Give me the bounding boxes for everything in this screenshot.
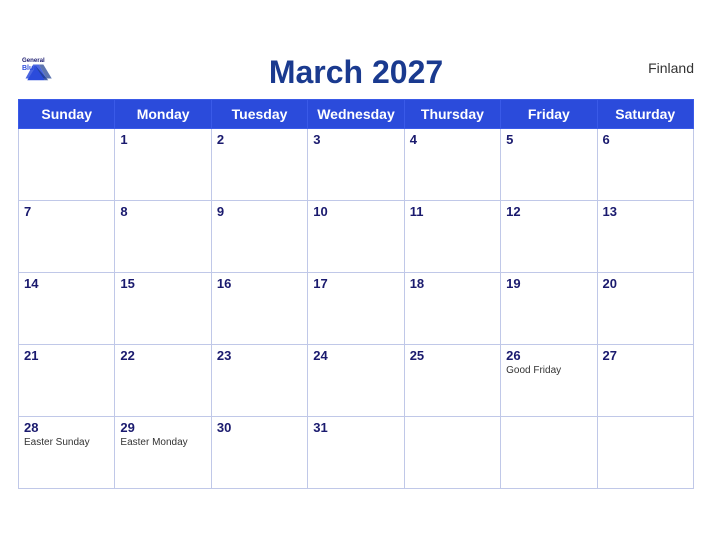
calendar-container: General Blue March 2027 Finland Sunday M… bbox=[0, 44, 712, 507]
day-cell-w1-d4: 3 bbox=[308, 128, 404, 200]
day-cell-w1-d3: 2 bbox=[211, 128, 307, 200]
day-cell-w2-d5: 11 bbox=[404, 200, 500, 272]
day-number: 30 bbox=[217, 420, 302, 435]
day-number: 8 bbox=[120, 204, 205, 219]
day-number: 6 bbox=[603, 132, 688, 147]
day-number: 27 bbox=[603, 348, 688, 363]
day-cell-w1-d2: 1 bbox=[115, 128, 211, 200]
day-number: 11 bbox=[410, 204, 495, 219]
day-header-row: Sunday Monday Tuesday Wednesday Thursday… bbox=[19, 99, 694, 128]
day-number: 25 bbox=[410, 348, 495, 363]
day-number: 14 bbox=[24, 276, 109, 291]
day-cell-w2-d1: 7 bbox=[19, 200, 115, 272]
day-cell-w3-d1: 14 bbox=[19, 272, 115, 344]
calendar-header: General Blue March 2027 Finland bbox=[18, 54, 694, 91]
day-cell-w2-d7: 13 bbox=[597, 200, 693, 272]
day-cell-w3-d3: 16 bbox=[211, 272, 307, 344]
day-cell-w1-d6: 5 bbox=[501, 128, 597, 200]
col-thursday: Thursday bbox=[404, 99, 500, 128]
col-friday: Friday bbox=[501, 99, 597, 128]
col-tuesday: Tuesday bbox=[211, 99, 307, 128]
col-saturday: Saturday bbox=[597, 99, 693, 128]
day-number: 31 bbox=[313, 420, 398, 435]
day-number: 23 bbox=[217, 348, 302, 363]
day-cell-w4-d5: 25 bbox=[404, 344, 500, 416]
day-number: 9 bbox=[217, 204, 302, 219]
week-row-5: 28 Easter Sunday 29 Easter Monday 30 31 bbox=[19, 416, 694, 488]
day-number: 17 bbox=[313, 276, 398, 291]
svg-text:General: General bbox=[22, 56, 45, 63]
day-cell-w1-d5: 4 bbox=[404, 128, 500, 200]
day-cell-w4-d7: 27 bbox=[597, 344, 693, 416]
day-number: 29 bbox=[120, 420, 205, 435]
day-cell-w4-d3: 23 bbox=[211, 344, 307, 416]
month-title: March 2027 bbox=[269, 54, 443, 91]
day-number: 4 bbox=[410, 132, 495, 147]
day-cell-w1-d1 bbox=[19, 128, 115, 200]
week-row-3: 14 15 16 17 18 19 20 bbox=[19, 272, 694, 344]
day-cell-w3-d2: 15 bbox=[115, 272, 211, 344]
day-number: 20 bbox=[603, 276, 688, 291]
day-number: 10 bbox=[313, 204, 398, 219]
day-number: 26 bbox=[506, 348, 591, 363]
event-label: Good Friday bbox=[506, 365, 591, 376]
week-row-1: 123456 bbox=[19, 128, 694, 200]
event-label: Easter Sunday bbox=[24, 437, 109, 448]
day-cell-w5-d2: 29 Easter Monday bbox=[115, 416, 211, 488]
day-number: 18 bbox=[410, 276, 495, 291]
day-number: 13 bbox=[603, 204, 688, 219]
day-cell-w4-d2: 22 bbox=[115, 344, 211, 416]
calendar-table: Sunday Monday Tuesday Wednesday Thursday… bbox=[18, 99, 694, 489]
week-row-2: 789 10 11 12 13 bbox=[19, 200, 694, 272]
day-number: 28 bbox=[24, 420, 109, 435]
day-number: 7 bbox=[24, 204, 109, 219]
day-number: 19 bbox=[506, 276, 591, 291]
day-number: 5 bbox=[506, 132, 591, 147]
day-number: 21 bbox=[24, 348, 109, 363]
day-cell-w5-d5 bbox=[404, 416, 500, 488]
day-cell-w1-d7: 6 bbox=[597, 128, 693, 200]
week-row-4: 21 22 23 24 25 26 Good Friday 27 bbox=[19, 344, 694, 416]
day-number: 2 bbox=[217, 132, 302, 147]
day-cell-w5-d1: 28 Easter Sunday bbox=[19, 416, 115, 488]
day-number: 22 bbox=[120, 348, 205, 363]
day-cell-w4-d1: 21 bbox=[19, 344, 115, 416]
logo-area: General Blue bbox=[18, 54, 54, 82]
day-cell-w5-d7 bbox=[597, 416, 693, 488]
day-cell-w2-d3: 9 bbox=[211, 200, 307, 272]
day-cell-w3-d6: 19 bbox=[501, 272, 597, 344]
day-number: 24 bbox=[313, 348, 398, 363]
day-cell-w3-d5: 18 bbox=[404, 272, 500, 344]
day-cell-w3-d4: 17 bbox=[308, 272, 404, 344]
day-cell-w5-d4: 31 bbox=[308, 416, 404, 488]
day-cell-w4-d4: 24 bbox=[308, 344, 404, 416]
day-cell-w2-d6: 12 bbox=[501, 200, 597, 272]
col-monday: Monday bbox=[115, 99, 211, 128]
col-sunday: Sunday bbox=[19, 99, 115, 128]
day-cell-w5-d6 bbox=[501, 416, 597, 488]
event-label: Easter Monday bbox=[120, 437, 205, 448]
day-number: 1 bbox=[120, 132, 205, 147]
day-number: 16 bbox=[217, 276, 302, 291]
day-cell-w2-d2: 8 bbox=[115, 200, 211, 272]
day-number: 15 bbox=[120, 276, 205, 291]
logo-icon: General Blue bbox=[18, 54, 54, 82]
day-number: 3 bbox=[313, 132, 398, 147]
col-wednesday: Wednesday bbox=[308, 99, 404, 128]
day-cell-w3-d7: 20 bbox=[597, 272, 693, 344]
day-cell-w2-d4: 10 bbox=[308, 200, 404, 272]
day-cell-w4-d6: 26 Good Friday bbox=[501, 344, 597, 416]
country-label: Finland bbox=[648, 60, 694, 76]
day-number: 12 bbox=[506, 204, 591, 219]
day-cell-w5-d3: 30 bbox=[211, 416, 307, 488]
